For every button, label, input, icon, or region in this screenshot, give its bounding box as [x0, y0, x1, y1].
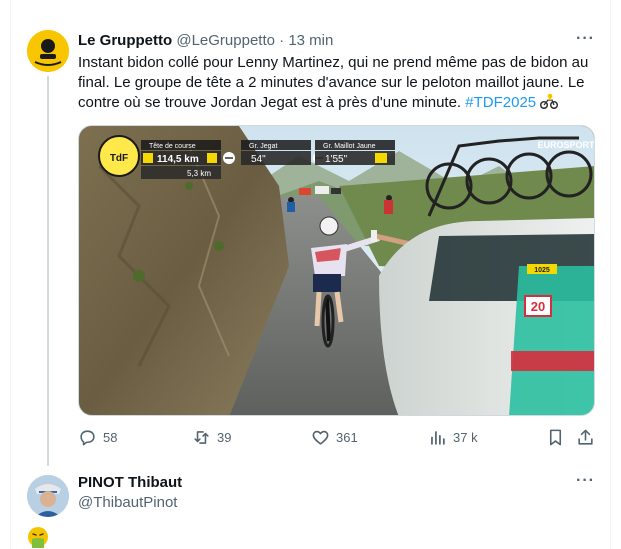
tweet-action-bar: 58 39 361 37 k — [78, 428, 598, 450]
race-broadcast-frame: 20 1025 TdF Tête de course 114,5 km 5,3 … — [79, 126, 595, 415]
avatar[interactable] — [27, 475, 69, 517]
tweet-media-image[interactable]: 20 1025 TdF Tête de course 114,5 km 5,3 … — [78, 125, 595, 416]
user-handle[interactable]: @ThibautPinot — [78, 494, 177, 511]
vomiting-face-emoji-icon — [28, 527, 48, 548]
tweet-text: Instant bidon collé pour Lenny Martinez,… — [78, 53, 598, 113]
reply-count: 58 — [103, 430, 118, 445]
reply-button[interactable]: 58 — [78, 428, 117, 447]
views-button[interactable]: 37 k — [428, 428, 478, 447]
views-count: 37 k — [453, 430, 478, 445]
hud-group2-gap: 54" — [251, 154, 266, 165]
car-plate: 1025 — [534, 267, 550, 274]
share-icon — [578, 429, 593, 445]
repost-icon — [194, 431, 209, 444]
tweet2-display-name-row: PINOT Thibaut — [78, 473, 182, 493]
car-number: 20 — [531, 299, 545, 314]
user-handle[interactable]: @LeGruppetto — [176, 32, 275, 49]
display-name[interactable]: PINOT Thibaut — [78, 474, 182, 491]
hud-head-remaining: 5,3 km — [187, 169, 211, 178]
views-chart-icon — [431, 431, 445, 445]
hud-head-distance: 114,5 km — [157, 154, 199, 165]
broadcaster-logo: EUROSPORT — [537, 140, 595, 150]
hud-group2-label: Gr. Jegat — [249, 143, 277, 150]
hashtag-link[interactable]: #TDF2025 — [465, 94, 536, 111]
display-name[interactable]: Le Gruppetto — [78, 32, 172, 49]
like-count: 361 — [336, 430, 358, 445]
cyclist-emoji-icon — [540, 93, 559, 110]
reply-icon — [80, 430, 95, 446]
share-button[interactable] — [576, 428, 595, 447]
header-separator: · — [279, 32, 285, 49]
avatar[interactable] — [27, 30, 69, 72]
tweet-header: Le Gruppetto @LeGruppetto · 13 min — [78, 31, 333, 51]
hud-head-label: Tête de course — [149, 143, 196, 150]
tweet2-handle-row: @ThibautPinot — [78, 493, 177, 513]
bookmark-button[interactable] — [546, 428, 565, 447]
hud-group3-gap: 1'55" — [325, 154, 348, 165]
hud-group3-label: Gr. Maillot Jaune — [323, 143, 376, 150]
repost-button[interactable]: 39 — [192, 428, 231, 447]
bookmark-icon — [549, 429, 562, 446]
timeline-border-right — [610, 0, 611, 549]
repost-count: 39 — [217, 430, 232, 445]
tweet-timestamp[interactable]: 13 min — [288, 32, 333, 49]
profile-photo-icon — [27, 475, 69, 517]
svg-text:TdF: TdF — [110, 153, 128, 164]
thread-connector-line — [47, 76, 49, 466]
timeline-border-left — [10, 0, 11, 549]
more-options-button[interactable]: ··· — [576, 30, 595, 48]
more-options-button[interactable]: ··· — [576, 472, 595, 490]
gruppetto-logo-icon — [27, 30, 69, 72]
heart-icon — [312, 430, 329, 445]
like-button[interactable]: 361 — [311, 428, 358, 447]
